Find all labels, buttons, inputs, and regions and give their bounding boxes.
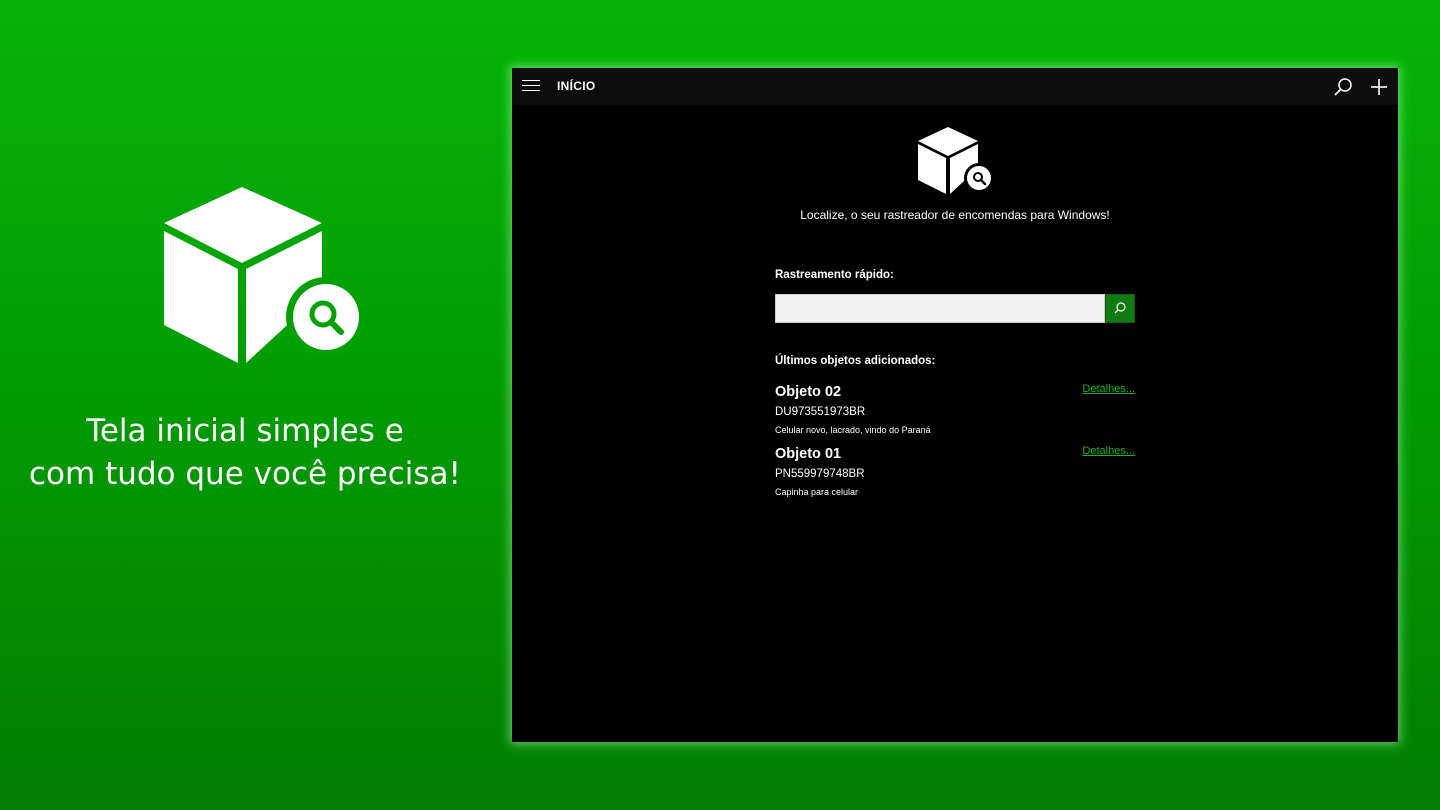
promo-caption: Tela inicial simples e com tudo que você… [20,410,470,496]
list-item: Objeto 02 DU973551973BR Celular novo, la… [775,383,1135,436]
quick-track-search-button[interactable] [1105,294,1135,323]
hamburger-menu-icon[interactable] [522,80,540,92]
package-search-logo-icon [164,187,365,363]
object-name: Objeto 02 [775,384,842,400]
app-tagline: Localize, o seu rastreador de encomendas… [800,208,1110,222]
object-description: Celular novo, lacrado, vindo do Paraná [775,425,931,435]
recent-objects-label: Últimos objetos adicionados: [775,355,936,367]
package-search-icon [918,127,994,194]
title-bar: INÍCIO [512,68,1398,105]
tracking-code: PN559979748BR [775,468,865,480]
object-name: Objeto 01 [775,446,842,462]
search-icon [1114,302,1126,314]
list-item: Objeto 01 PN559979748BR Capinha para cel… [775,445,1135,498]
search-icon[interactable] [1332,76,1354,98]
details-link[interactable]: Detalhes... [1082,445,1135,457]
object-description: Capinha para celular [775,487,859,497]
add-icon[interactable] [1368,76,1390,98]
promo-line-1: Tela inicial simples e [86,413,404,449]
page-title: INÍCIO [557,79,596,93]
quick-track-input[interactable] [775,294,1105,323]
quick-track-label: Rastreamento rápido: [775,269,894,281]
app-window: INÍCIO Localize, o seu rastreador de enc… [512,68,1398,742]
tracking-code: DU973551973BR [775,406,866,418]
promo-line-2: com tudo que você precisa! [29,456,461,492]
details-link[interactable]: Detalhes... [1082,383,1135,395]
